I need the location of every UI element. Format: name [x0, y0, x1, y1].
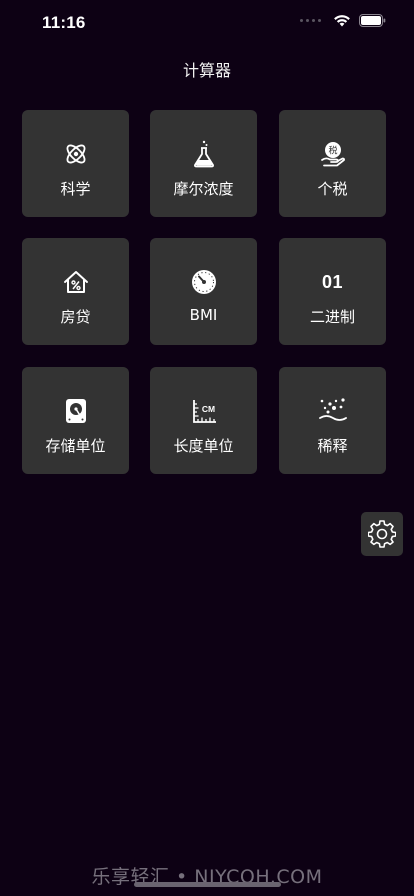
- gear-icon: [368, 520, 396, 548]
- settings-button[interactable]: [361, 512, 403, 556]
- wifi-icon: [334, 15, 350, 27]
- tile-bmi[interactable]: BMI: [150, 238, 257, 345]
- atom-icon: [62, 140, 90, 168]
- tile-label: 科学: [60, 180, 91, 198]
- tile-mortgage[interactable]: 房贷: [22, 238, 129, 345]
- tile-label: 摩尔浓度: [173, 180, 234, 198]
- tax-hand-icon: 税: [319, 140, 347, 168]
- ruler-cm-icon: CM: [190, 397, 218, 425]
- tile-label: 存储单位: [45, 437, 106, 455]
- tile-income-tax[interactable]: 税 个税: [279, 110, 386, 217]
- status-icons: [300, 14, 386, 27]
- tile-storage-unit[interactable]: 存储单位: [22, 367, 129, 474]
- ruler-cm-text: CM: [201, 404, 214, 414]
- tile-length-unit[interactable]: CM 长度单位: [150, 367, 257, 474]
- tile-label: 稀释: [317, 437, 348, 455]
- tile-scientific[interactable]: 科学: [22, 110, 129, 217]
- signal-dots-icon: [300, 19, 321, 22]
- status-time: 11:16: [42, 13, 86, 32]
- binary-icon-text: 01: [321, 271, 344, 292]
- tile-label: 二进制: [309, 308, 355, 326]
- hard-disk-icon: [62, 397, 90, 425]
- tile-binary[interactable]: 01 二进制: [279, 238, 386, 345]
- flask-icon: [190, 140, 218, 168]
- svg-text:税: 税: [328, 145, 337, 157]
- house-percent-icon: [62, 268, 90, 296]
- tile-label: 个税: [317, 180, 348, 198]
- binary-icon: 01: [319, 268, 347, 296]
- home-indicator[interactable]: [134, 882, 281, 887]
- status-bar: 11:16: [0, 0, 414, 48]
- tile-label: BMI: [189, 306, 218, 324]
- tile-molarity[interactable]: 摩尔浓度: [150, 110, 257, 217]
- battery-icon: [359, 14, 386, 27]
- calculator-home-screen: 11:16 计算器 科学 摩尔浓度 税 个税 房贷 BMI 01 二进制 存储单…: [0, 0, 414, 896]
- tile-label: 长度单位: [173, 437, 234, 455]
- page-title: 计算器: [182, 61, 231, 80]
- tile-dilution[interactable]: 稀释: [279, 367, 386, 474]
- dilute-dots-icon: [318, 397, 347, 425]
- gauge-icon: [190, 268, 218, 296]
- tile-label: 房贷: [60, 308, 91, 326]
